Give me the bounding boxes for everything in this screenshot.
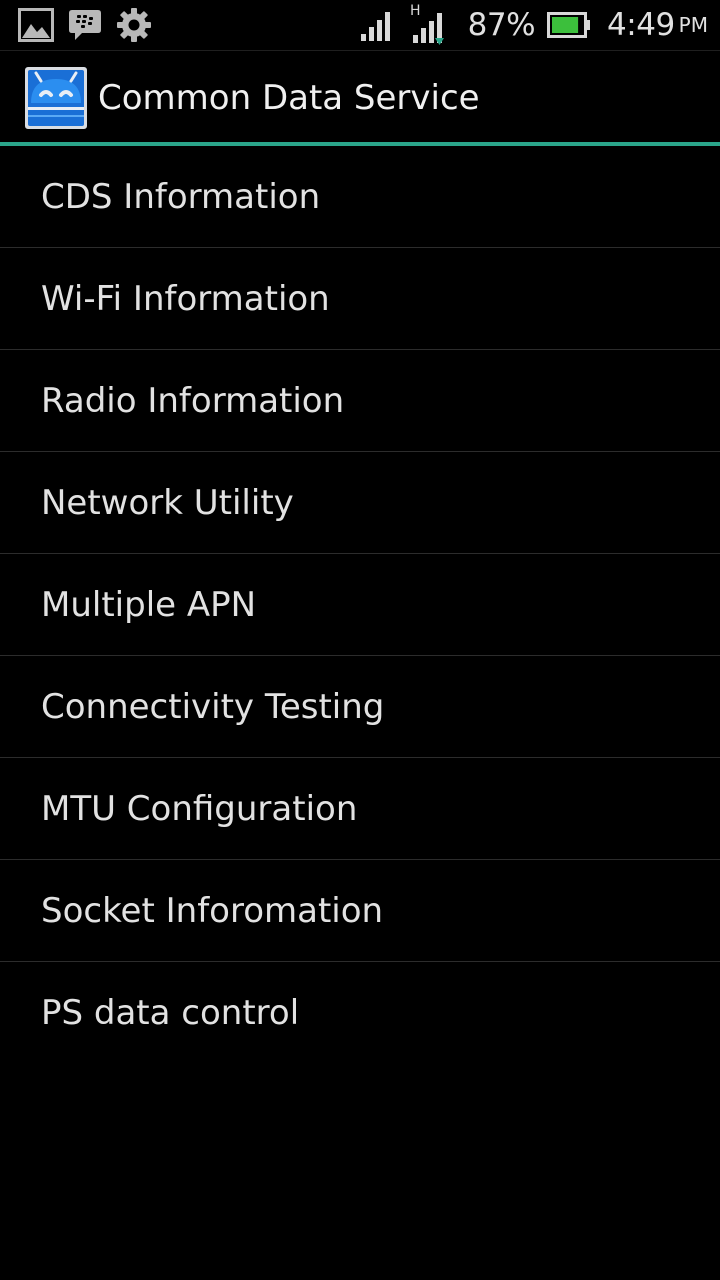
battery-percentage: 87%: [467, 7, 536, 43]
menu-list: CDS Information Wi-Fi Information Radio …: [0, 146, 720, 1063]
menu-item-network-utility[interactable]: Network Utility: [0, 452, 720, 554]
menu-item-cds-information[interactable]: CDS Information: [0, 146, 720, 248]
menu-item-label: Connectivity Testing: [41, 686, 385, 727]
system-status: H 87% 4:49 PM: [360, 0, 708, 50]
menu-item-mtu-configuration[interactable]: MTU Configuration: [0, 758, 720, 860]
menu-item-label: Radio Information: [41, 380, 345, 421]
network-type-label: H: [410, 3, 421, 19]
menu-item-label: Socket Inforomation: [41, 890, 384, 931]
app-title: Common Data Service: [98, 78, 480, 118]
menu-item-wifi-information[interactable]: Wi-Fi Information: [0, 248, 720, 350]
action-bar: Common Data Service: [0, 51, 720, 143]
bbm-chat-icon: [69, 10, 101, 40]
menu-item-label: MTU Configuration: [41, 788, 358, 829]
notification-icons: [18, 7, 152, 43]
gallery-icon: [18, 8, 54, 42]
menu-item-label: Network Utility: [41, 482, 294, 523]
menu-item-multiple-apn[interactable]: Multiple APN: [0, 554, 720, 656]
menu-item-label: CDS Information: [41, 176, 321, 217]
menu-item-connectivity-testing[interactable]: Connectivity Testing: [0, 656, 720, 758]
battery-icon: [547, 12, 591, 38]
clock-time: 4:49: [607, 7, 675, 43]
wifi-signal-bars-icon: [360, 12, 390, 41]
clock-ampm: PM: [678, 13, 708, 37]
settings-gear-icon: [117, 8, 151, 42]
menu-item-label: Wi-Fi Information: [41, 278, 330, 319]
menu-item-radio-information[interactable]: Radio Information: [0, 350, 720, 452]
menu-item-ps-data-control[interactable]: PS data control: [0, 962, 720, 1063]
menu-item-socket-information[interactable]: Socket Inforomation: [0, 860, 720, 962]
status-bar[interactable]: H 87% 4:49 PM: [0, 0, 720, 51]
app-launcher-icon[interactable]: [25, 67, 87, 129]
menu-item-label: Multiple APN: [41, 584, 257, 625]
menu-item-label: PS data control: [41, 992, 300, 1033]
cell-signal-bars-icon: H: [410, 3, 444, 45]
